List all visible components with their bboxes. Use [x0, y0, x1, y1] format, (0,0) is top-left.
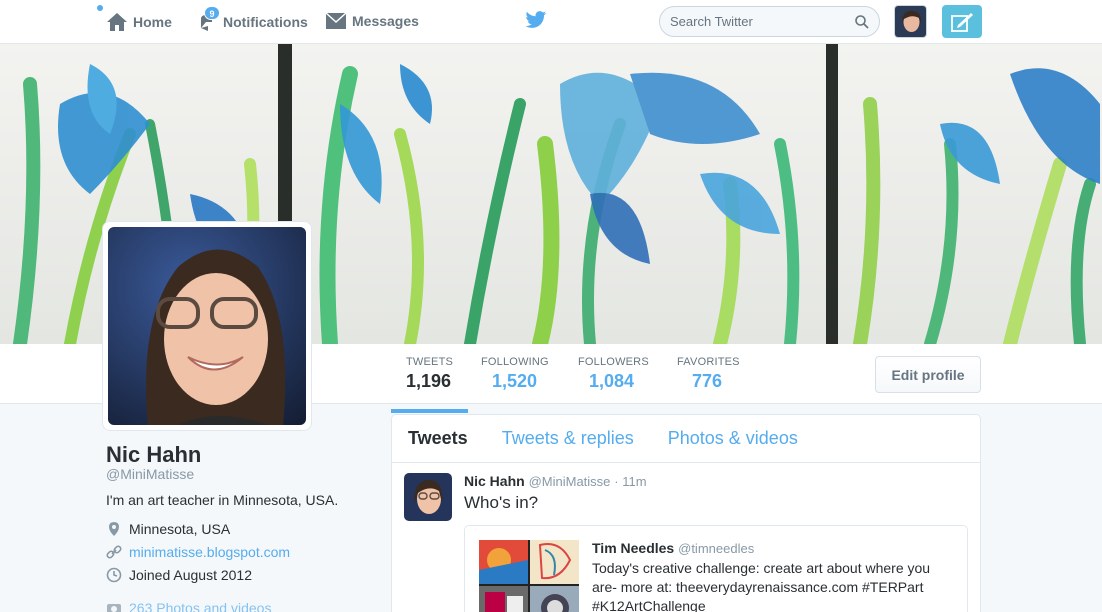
compose-tweet-button[interactable] — [942, 5, 982, 38]
stat-value: 1,520 — [492, 371, 538, 391]
profile-url: minimatisse.blogspot.com — [106, 544, 290, 560]
search-input[interactable] — [670, 14, 850, 29]
photos-text: 263 Photos and videos — [129, 600, 272, 612]
notifications-badge: 9 — [204, 6, 220, 20]
stat-tweets[interactable]: TWEETS 1,196 — [390, 356, 469, 413]
stat-value: 1,196 — [406, 371, 452, 391]
quoted-tweet-images[interactable] — [479, 540, 579, 612]
profile-website-link[interactable]: minimatisse.blogspot.com — [129, 544, 290, 560]
profile-joined: Joined August 2012 — [106, 567, 252, 583]
location-text: Minnesota, USA — [129, 521, 231, 537]
calendar-clock-icon — [106, 567, 122, 583]
search-box[interactable] — [659, 6, 880, 37]
new-indicator-dot — [97, 5, 103, 11]
profile-handle: @MiniMatisse — [106, 466, 195, 482]
profile-bio: I'm an art teacher in Minnesota, USA. — [106, 492, 339, 508]
profile-name: Nic Hahn — [106, 442, 202, 467]
stat-value: 776 — [692, 371, 723, 391]
tab-tweets-replies[interactable]: Tweets & replies — [502, 428, 634, 449]
stat-following[interactable]: FOLLOWING 1,520 — [481, 356, 549, 392]
compose-icon — [951, 12, 973, 32]
stat-label: TWEETS — [406, 356, 454, 368]
tweet-author-handle[interactable]: @MiniMatisse — [529, 474, 611, 489]
profile-photos-link[interactable]: 263 Photos and videos — [106, 600, 271, 612]
home-icon — [107, 13, 127, 31]
nav-messages[interactable]: Messages — [325, 12, 419, 30]
quoted-tweet-author: Tim Needles @timneedles — [592, 540, 952, 556]
quoted-tweet-body: Tim Needles @timneedles Today's creative… — [592, 540, 952, 612]
profile-avatar[interactable] — [102, 221, 312, 431]
tweet-author-name[interactable]: Nic Hahn — [464, 473, 525, 489]
nav-notifications-label: Notifications — [223, 14, 308, 30]
nav-home-label: Home — [133, 14, 172, 30]
link-icon — [106, 545, 122, 559]
tweet-header: Nic Hahn @MiniMatisse · 11m — [464, 473, 980, 489]
nav-messages-label: Messages — [352, 13, 419, 29]
edit-profile-button[interactable]: Edit profile — [875, 356, 981, 393]
stat-favorites[interactable]: FAVORITES 776 — [677, 356, 740, 392]
nav-user-avatar[interactable] — [894, 5, 927, 38]
quoted-tweet-text: Today's creative challenge: create art a… — [592, 560, 931, 612]
location-pin-icon — [109, 522, 119, 536]
stat-label: FAVORITES — [677, 356, 740, 368]
stat-label: FOLLOWERS — [578, 356, 649, 368]
timeline-tabs: Tweets Tweets & replies Photos & videos — [392, 415, 980, 463]
stat-followers[interactable]: FOLLOWERS 1,084 — [578, 356, 649, 392]
camera-icon — [107, 604, 121, 612]
tweet-text: Who's in? — [464, 493, 539, 512]
stat-value: 1,084 — [589, 371, 635, 391]
tweet-avatar[interactable] — [404, 473, 452, 521]
quoted-tweet[interactable]: Tim Needles @timneedles Today's creative… — [464, 525, 968, 612]
quoted-author-handle[interactable]: @timneedles — [678, 541, 754, 556]
tweet-timestamp[interactable]: · 11m — [614, 474, 646, 489]
quoted-author-name[interactable]: Tim Needles — [592, 540, 674, 556]
search-icon[interactable] — [855, 14, 869, 29]
joined-text: Joined August 2012 — [129, 567, 252, 583]
tab-tweets[interactable]: Tweets — [408, 428, 468, 449]
tweet[interactable]: Nic Hahn @MiniMatisse · 11m Who's in? Ti… — [392, 463, 980, 612]
top-nav: Home Notifications 9 Messages — [0, 0, 1102, 44]
tab-photos-videos[interactable]: Photos & videos — [668, 428, 798, 449]
twitter-bird-icon[interactable] — [525, 10, 547, 35]
envelope-icon — [325, 12, 347, 29]
profile-location: Minnesota, USA — [106, 521, 230, 537]
stat-label: FOLLOWING — [481, 356, 549, 368]
timeline: Tweets Tweets & replies Photos & videos … — [391, 414, 981, 612]
nav-home[interactable]: Home — [106, 12, 172, 32]
